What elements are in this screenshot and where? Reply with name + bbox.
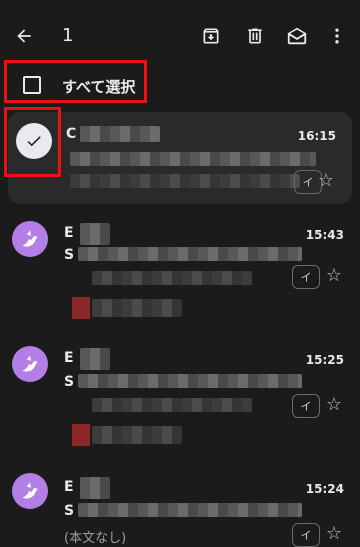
email-row[interactable]: E 15:24 S (本文なし) イ ☆ bbox=[0, 465, 360, 547]
redacted-subject bbox=[78, 247, 302, 261]
star-icon[interactable]: ☆ bbox=[326, 265, 342, 286]
email-row[interactable]: E 15:43 S イ ☆ bbox=[0, 215, 360, 335]
subject-initial: S bbox=[64, 503, 75, 519]
redacted-attachment bbox=[92, 299, 182, 317]
redacted-sender bbox=[80, 348, 110, 370]
highlight-select-all bbox=[4, 60, 147, 103]
more-vert-icon[interactable] bbox=[323, 22, 351, 50]
sender-initial: E bbox=[64, 225, 74, 241]
email-row[interactable]: E 15:25 S イ ☆ bbox=[0, 338, 360, 458]
sender-initial: E bbox=[64, 479, 74, 495]
redacted-subject bbox=[78, 374, 302, 388]
mark-unread-icon[interactable] bbox=[283, 22, 311, 50]
avatar bbox=[12, 346, 48, 382]
attachment-thumbnail[interactable] bbox=[72, 297, 90, 319]
highlight-checkbox bbox=[4, 107, 61, 177]
delete-icon[interactable] bbox=[241, 22, 269, 50]
star-icon[interactable]: ☆ bbox=[318, 170, 334, 191]
email-time: 15:24 bbox=[305, 482, 344, 496]
redacted-subject bbox=[70, 152, 316, 166]
label-chip: イ bbox=[292, 265, 320, 289]
redacted-sender bbox=[80, 126, 160, 142]
redacted-sender bbox=[80, 223, 110, 245]
back-arrow-icon[interactable] bbox=[10, 22, 38, 50]
selected-count: 1 bbox=[62, 25, 74, 46]
subject-initial: S bbox=[64, 247, 75, 263]
avatar bbox=[12, 221, 48, 257]
redacted-sender bbox=[80, 477, 110, 499]
label-chip: イ bbox=[292, 523, 320, 547]
subject-initial: S bbox=[64, 374, 75, 390]
email-time: 16:15 bbox=[297, 129, 336, 143]
redacted-snippet bbox=[92, 398, 252, 412]
redacted-snippet bbox=[92, 271, 252, 285]
redacted-attachment bbox=[92, 426, 182, 444]
archive-icon[interactable] bbox=[197, 22, 225, 50]
redacted-subject bbox=[78, 503, 302, 517]
sender-initial: E bbox=[64, 350, 74, 366]
avatar bbox=[12, 473, 48, 509]
email-time: 15:25 bbox=[305, 353, 344, 367]
email-snippet: (本文なし) bbox=[64, 531, 127, 546]
attachment-thumbnail[interactable] bbox=[72, 424, 90, 446]
star-icon[interactable]: ☆ bbox=[326, 523, 342, 544]
sender-initial: C bbox=[66, 126, 77, 142]
star-icon[interactable]: ☆ bbox=[326, 394, 342, 415]
redacted-snippet bbox=[70, 174, 300, 188]
label-chip: イ bbox=[292, 394, 320, 418]
email-time: 15:43 bbox=[305, 228, 344, 242]
